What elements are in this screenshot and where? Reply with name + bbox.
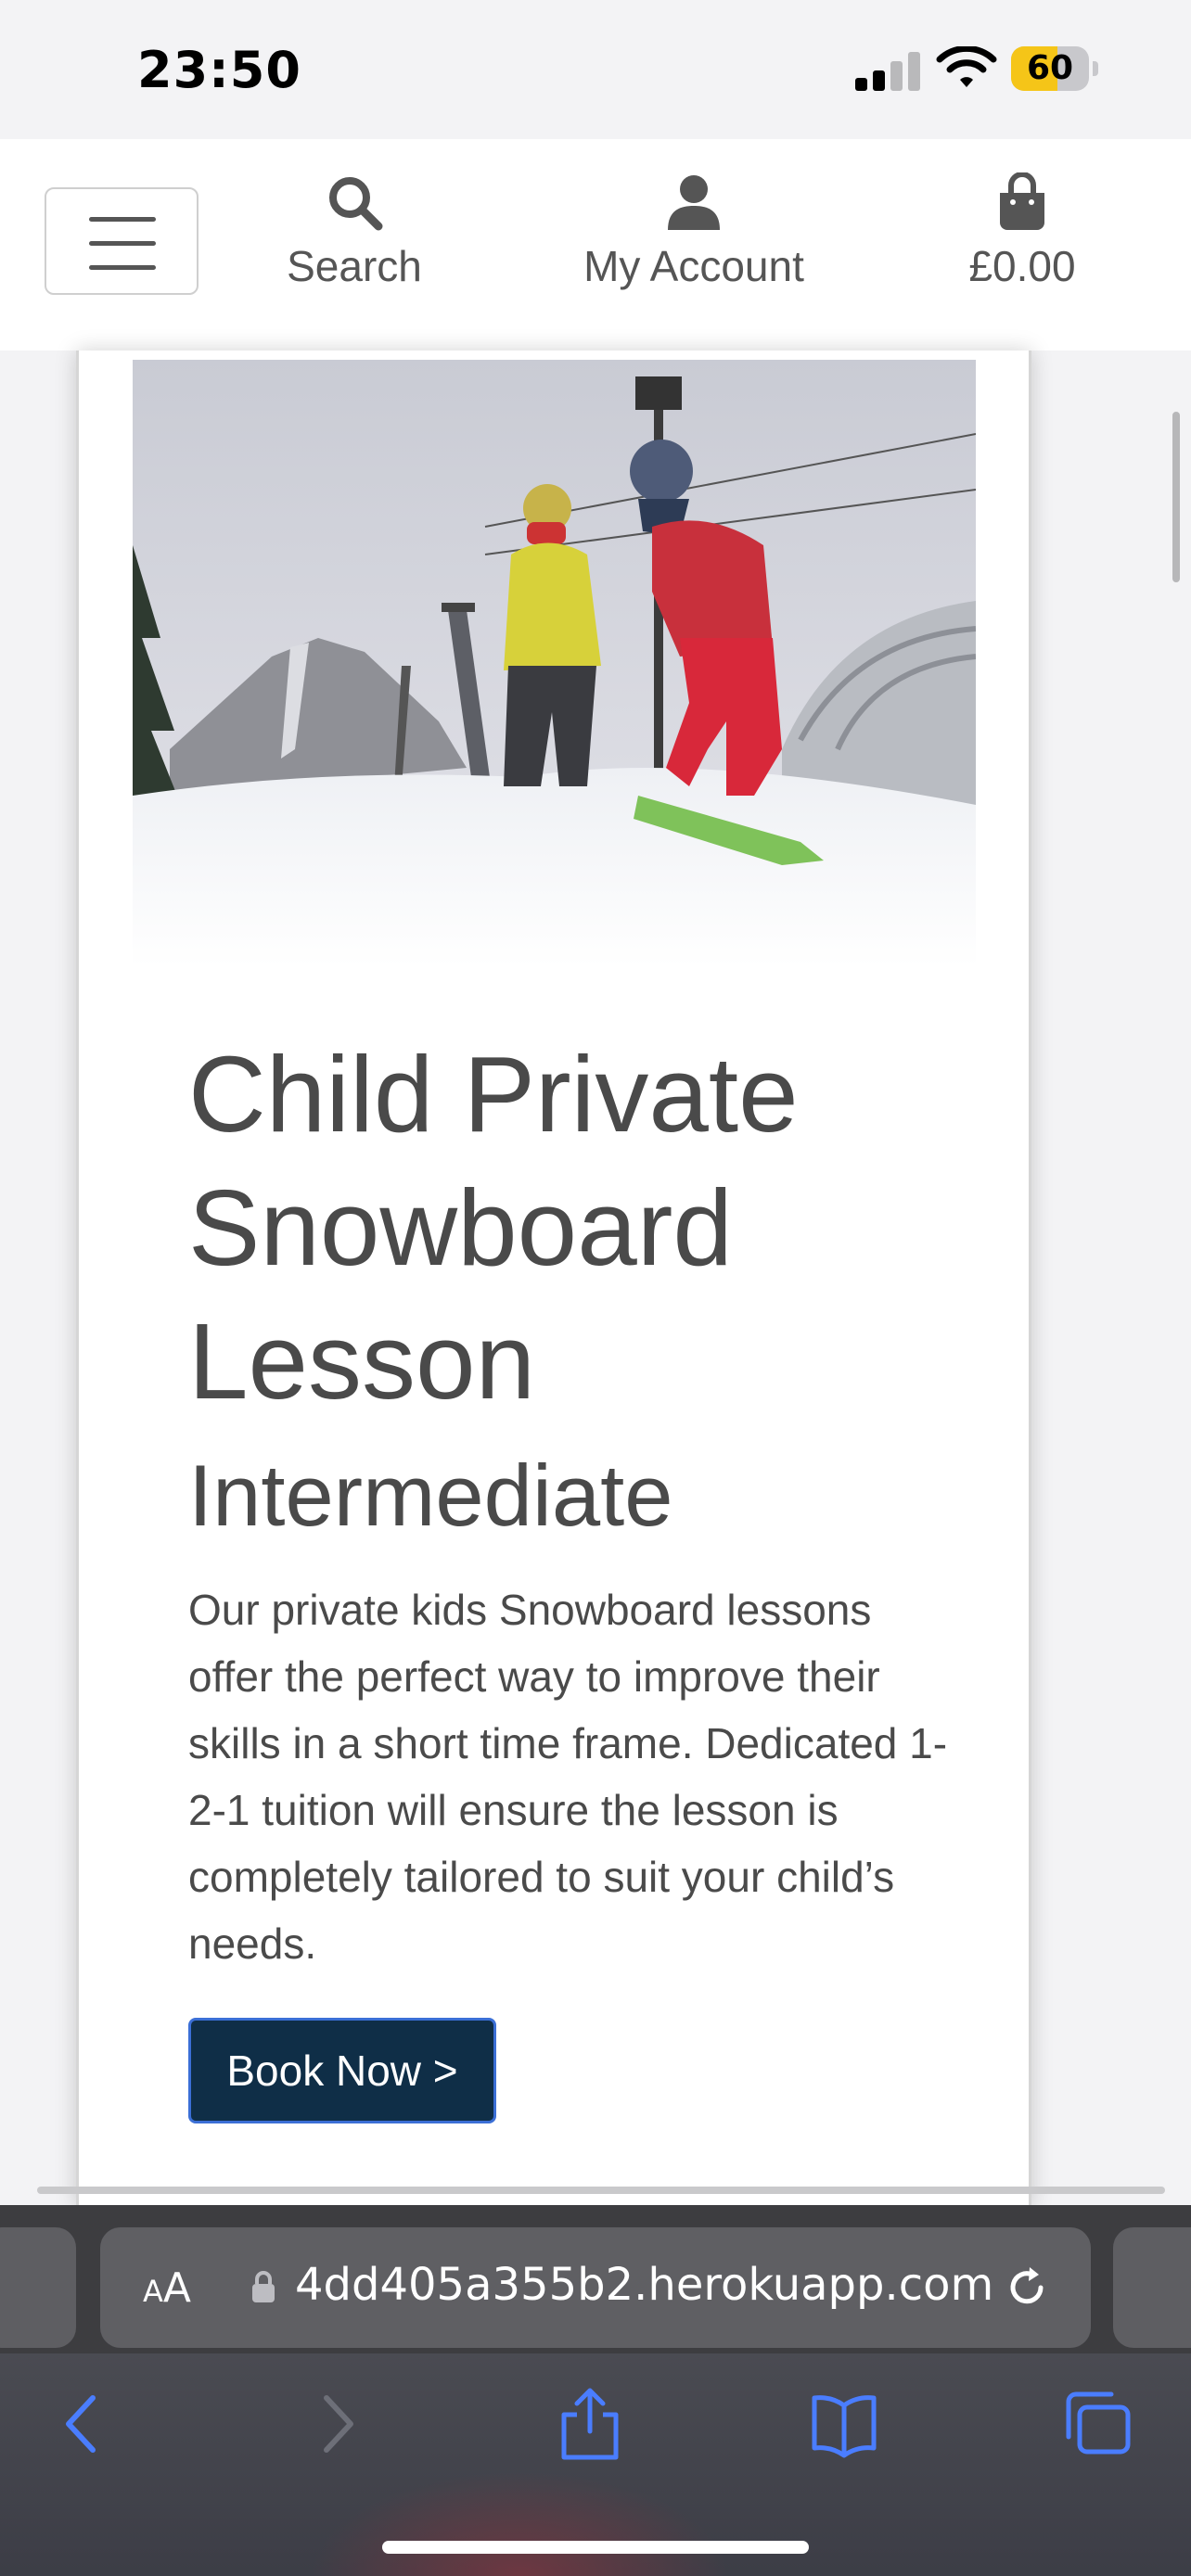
shopping-bag-link[interactable]: £0.00 <box>955 172 1089 291</box>
bookmarks-icon[interactable] <box>809 2387 879 2461</box>
search-label: Search <box>287 242 422 290</box>
back-icon[interactable] <box>58 2387 104 2461</box>
product-description: Our private kids Snowboard lessons offer… <box>188 1586 948 1968</box>
bag-total: £0.00 <box>968 242 1076 290</box>
url-text: 4dd405a355b2.herokuapp.com <box>295 2259 994 2311</box>
lock-icon <box>252 2271 275 2302</box>
home-indicator[interactable] <box>382 2541 809 2554</box>
user-icon <box>668 175 720 230</box>
wifi-icon <box>936 46 997 87</box>
page-divider <box>37 2187 1165 2194</box>
menu-toggle-button[interactable] <box>45 187 198 295</box>
my-account-link[interactable]: My Account <box>568 172 820 291</box>
aa-reader-button[interactable]: AA <box>143 2264 191 2312</box>
share-icon[interactable] <box>558 2387 621 2461</box>
page-scroll-indicator[interactable] <box>1172 412 1180 582</box>
hamburger-menu-icon <box>89 217 156 222</box>
battery-icon: 60 <box>1011 46 1098 91</box>
product-title: Child Private Snowboard Lesson <box>188 1034 799 1422</box>
address-bar[interactable]: AA 4dd405a355b2.herokuapp.com <box>100 2227 1091 2348</box>
magnifier-icon <box>329 177 383 231</box>
next-tab-peek[interactable] <box>1113 2227 1191 2348</box>
reload-icon[interactable] <box>1002 2263 1052 2313</box>
my-account-label: My Account <box>583 242 804 290</box>
previous-tab-peek[interactable] <box>0 2227 76 2348</box>
search-link[interactable]: Search <box>278 172 430 291</box>
book-now-button[interactable]: Book Now > <box>188 2018 496 2123</box>
status-time: 23:50 <box>137 41 301 99</box>
product-level: Intermediate <box>188 1447 673 1544</box>
status-bar: 23:50 60 <box>0 0 1191 139</box>
cellular-signal-icon <box>855 48 920 91</box>
browser-address-area: AA 4dd405a355b2.herokuapp.com <box>0 2205 1191 2353</box>
battery-level: 60 <box>1026 49 1074 87</box>
forward-icon[interactable] <box>315 2387 362 2461</box>
tabs-icon[interactable] <box>1063 2387 1133 2461</box>
product-image <box>133 360 976 967</box>
site-header: Search My Account £0.00 <box>0 139 1191 351</box>
shopping-bag-icon <box>1000 172 1044 230</box>
